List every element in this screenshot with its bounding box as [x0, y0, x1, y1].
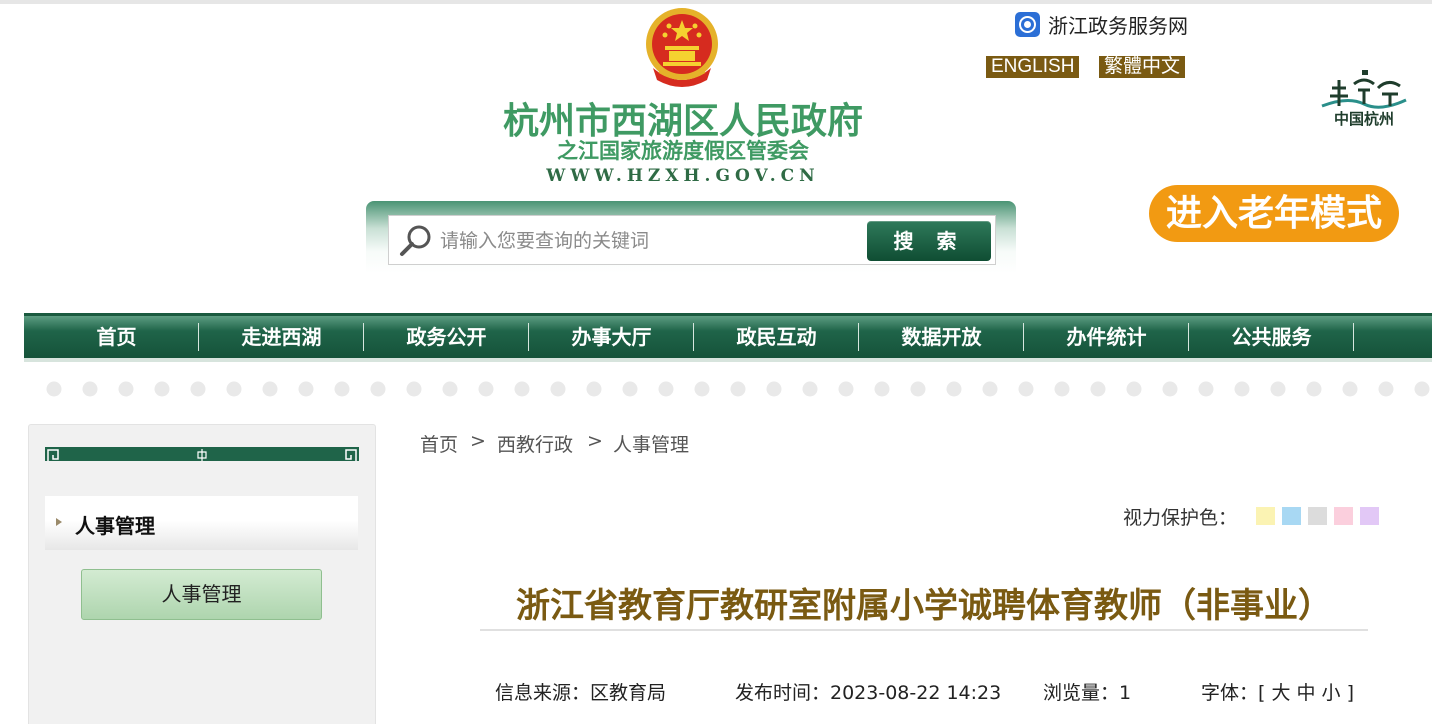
search-input[interactable]: [438, 222, 862, 260]
search-button[interactable]: 搜 索: [867, 221, 991, 261]
divider-dot: [946, 381, 962, 397]
divider-dot: [874, 381, 890, 397]
nav-item-service-hall[interactable]: 办事大厅: [529, 313, 694, 359]
font-size-selector[interactable]: 字体：[ 大 中 小 ]: [1201, 678, 1354, 705]
zhejiang-service-icon: [1015, 11, 1040, 37]
sidebar-item-personnel[interactable]: 人事管理: [81, 569, 322, 620]
vision-color-label: 视力保护色：: [1123, 507, 1238, 529]
divider-dot: [1414, 381, 1430, 397]
divider-dot: [910, 381, 926, 397]
divider-dot: [442, 381, 458, 397]
divider-dot: [190, 381, 206, 397]
divider-dot: [1270, 381, 1286, 397]
divider-dot: [1126, 381, 1142, 397]
divider-dot: [1342, 381, 1358, 397]
title-divider: [480, 629, 1368, 631]
divider-dot: [118, 381, 134, 397]
zhejiang-service-link[interactable]: 浙江政务服务网: [1015, 10, 1188, 38]
divider-dot: [262, 381, 278, 397]
nav-item-about-xihu[interactable]: 走进西湖: [199, 313, 364, 359]
article-publish-time: 发布时间：2023-08-22 14:23: [735, 682, 1002, 704]
divider-dot: [406, 381, 422, 397]
divider-dot: [1306, 381, 1322, 397]
breadcrumb-separator: >: [587, 430, 603, 452]
article-view-count: 浏览量：1: [1043, 682, 1132, 704]
article-source: 信息来源：区教育局: [495, 682, 667, 704]
site-subtitle: 之江国家旅游度假区管委会: [557, 139, 809, 163]
nav-item-home[interactable]: 首页: [34, 313, 199, 359]
sidebar-heading: 人事管理: [75, 514, 155, 538]
divider-dot: [1234, 381, 1250, 397]
divider-dot: [658, 381, 674, 397]
divider-dot: [586, 381, 602, 397]
divider-dot: [1378, 381, 1394, 397]
divider-dot: [82, 381, 98, 397]
divider-dot: [622, 381, 638, 397]
article-title: 浙江省教育厅教研室附属小学诚聘体育教师（非事业）: [516, 586, 1332, 626]
divider-dot: [46, 381, 62, 397]
divider-dot: [730, 381, 746, 397]
china-hangzhou-label: 中国杭州: [1333, 110, 1394, 128]
divider-dot: [1018, 381, 1034, 397]
divider-dot: [226, 381, 242, 397]
breadcrumb-separator: >: [470, 430, 486, 452]
divider-dot: [334, 381, 350, 397]
sidebar-ornament-band: [45, 447, 359, 465]
breadcrumb-home[interactable]: 首页: [420, 430, 458, 457]
divider-dot: [982, 381, 998, 397]
divider-dot: [154, 381, 170, 397]
divider-dot: [766, 381, 782, 397]
chevron-right-icon: [56, 518, 62, 526]
national-emblem-icon: [646, 8, 718, 87]
nav-item-public-service[interactable]: 公共服务: [1189, 313, 1354, 359]
divider-dot: [370, 381, 386, 397]
vision-color-gray[interactable]: [1308, 507, 1327, 525]
vision-color-pink[interactable]: [1334, 507, 1353, 525]
divider-dot: [838, 381, 854, 397]
divider-dot: [1198, 381, 1214, 397]
nav-item-gov-affairs[interactable]: 政务公开: [364, 313, 529, 359]
divider-dot: [298, 381, 314, 397]
divider-dot: [550, 381, 566, 397]
elder-mode-button[interactable]: 进入老年模式: [1149, 185, 1399, 242]
divider-dot: [802, 381, 818, 397]
divider-dot: [1162, 381, 1178, 397]
vision-color-blue[interactable]: [1282, 507, 1301, 525]
traditional-chinese-link[interactable]: 繁體中文: [1099, 56, 1186, 78]
search-icon: [400, 225, 431, 256]
nav-separator: [1353, 323, 1354, 351]
page: 杭州市西湖区人民政府 之江国家旅游度假区管委会 WWW.HZXH.GOV.CN …: [0, 0, 1432, 724]
divider-dot: [478, 381, 494, 397]
nav-item-interaction[interactable]: 政民互动: [694, 313, 859, 359]
nav-item-open-data[interactable]: 数据开放: [859, 313, 1024, 359]
breadcrumb-personnel[interactable]: 人事管理: [613, 430, 689, 457]
top-border: [0, 0, 1432, 4]
breadcrumb-education-admin[interactable]: 西教行政: [497, 430, 573, 457]
divider-dot: [514, 381, 530, 397]
site-url: WWW.HZXH.GOV.CN: [546, 166, 820, 186]
dot-divider: [46, 381, 1430, 397]
english-link[interactable]: ENGLISH: [986, 56, 1080, 78]
divider-dot: [1090, 381, 1106, 397]
vision-color-purple[interactable]: [1360, 507, 1379, 525]
zhejiang-service-label: 浙江政务服务网: [1048, 13, 1188, 38]
vision-color-yellow[interactable]: [1256, 507, 1275, 525]
nav-item-statistics[interactable]: 办件统计: [1024, 313, 1189, 359]
divider-dot: [694, 381, 710, 397]
divider-dot: [1054, 381, 1070, 397]
